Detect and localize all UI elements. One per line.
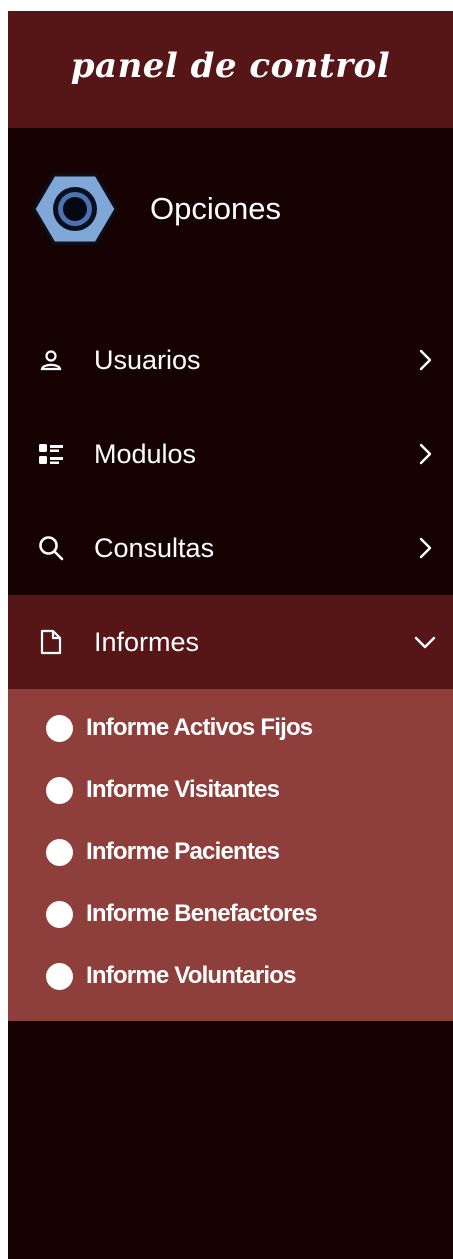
sidebar-item-usuarios[interactable]: Usuarios — [8, 313, 453, 407]
circle-icon — [46, 900, 73, 928]
chevron-down-icon — [414, 636, 436, 649]
sidebar-header: panel de control — [8, 11, 453, 128]
circle-icon — [46, 962, 73, 990]
brand[interactable]: Opciones — [32, 171, 281, 247]
circle-icon — [46, 714, 73, 742]
sidebar-item-consultas[interactable]: Consultas — [8, 501, 453, 595]
panel-title: panel de control — [70, 45, 391, 86]
circle-icon — [46, 838, 73, 866]
user-icon — [38, 347, 64, 373]
brand-label: Opciones — [150, 191, 281, 226]
chevron-right-icon — [419, 349, 432, 371]
hexagon-nut-icon — [32, 173, 118, 245]
informes-submenu: Informe Activos Fijos Informe Visitantes… — [8, 689, 453, 1021]
sidebar-item-informes[interactable]: Informes — [8, 595, 453, 689]
submenu-item-label: Informe Visitantes — [86, 776, 280, 803]
circle-icon — [46, 776, 73, 804]
submenu-item-voluntarios[interactable]: Informe Voluntarios — [8, 945, 453, 1007]
search-icon — [38, 535, 64, 561]
submenu-item-activos-fijos[interactable]: Informe Activos Fijos — [8, 697, 453, 759]
chevron-right-icon — [419, 537, 432, 559]
sidebar: panel de control Opciones Usuarios Modul… — [8, 11, 453, 1259]
sidebar-item-label: Consultas — [94, 532, 215, 563]
sidebar-menu: Usuarios Modulos Consultas Informes Info… — [8, 313, 453, 1021]
submenu-item-pacientes[interactable]: Informe Pacientes — [8, 821, 453, 883]
document-icon — [38, 629, 64, 655]
sidebar-item-label: Informes — [94, 626, 200, 657]
submenu-item-label: Informe Benefactores — [86, 900, 318, 927]
submenu-item-visitantes[interactable]: Informe Visitantes — [8, 759, 453, 821]
checklist-icon — [38, 441, 64, 467]
sidebar-item-label: Usuarios — [94, 344, 201, 375]
submenu-item-label: Informe Activos Fijos — [86, 714, 313, 741]
sidebar-item-modulos[interactable]: Modulos — [8, 407, 453, 501]
chevron-right-icon — [419, 443, 432, 465]
submenu-item-label: Informe Voluntarios — [86, 962, 297, 989]
submenu-item-label: Informe Pacientes — [86, 838, 280, 865]
submenu-item-benefactores[interactable]: Informe Benefactores — [8, 883, 453, 945]
sidebar-item-label: Modulos — [94, 438, 197, 469]
